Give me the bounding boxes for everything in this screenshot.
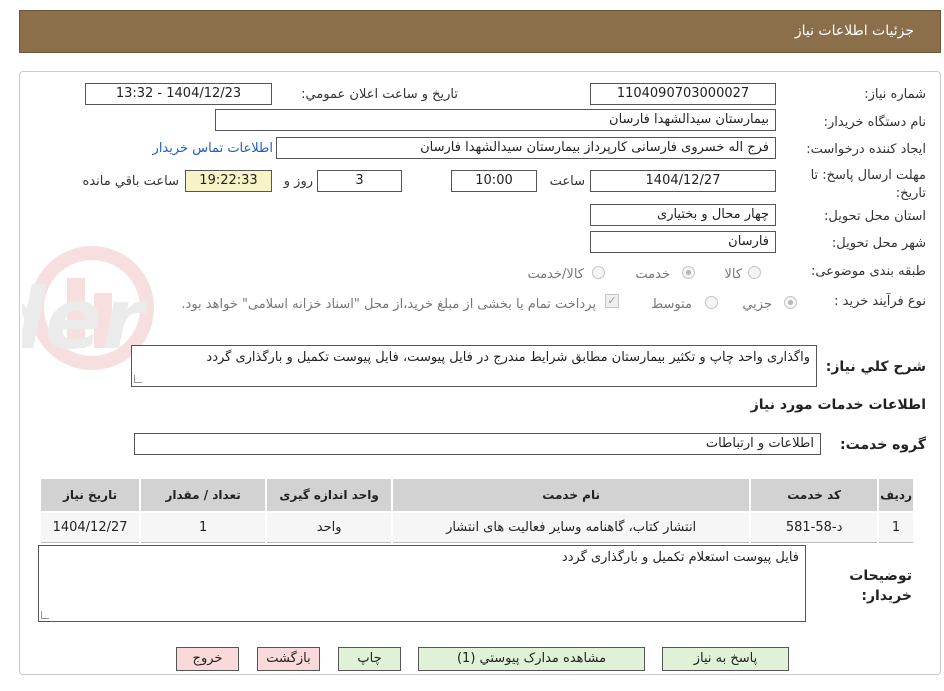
deadline-label: مهلت ارسال پاسخ: تا تاريخ:	[810, 168, 926, 201]
need-number-label: شماره نياز:	[864, 87, 926, 102]
treasury-checkbox[interactable]: ✓	[605, 294, 619, 308]
province-field: چهار محال و بختیاری	[590, 204, 776, 226]
col-service-code: كد خدمت	[749, 477, 880, 513]
province-label: استان محل تحويل:	[824, 209, 926, 224]
buyer-org-field: بیمارستان سیدالشهدا فارسان	[215, 109, 776, 131]
cell-service-name: انتشار کتاب، گاهنامه وسایر فعالیت های ان…	[391, 511, 752, 543]
table-row: 1 د-58-581 انتشار کتاب، گاهنامه وسایر فع…	[38, 511, 915, 543]
payment-note: پرداخت تمام یا بخشی از مبلغ خرید،از محل …	[181, 297, 596, 312]
requester-field: فرج اله خسروی فارسانی کارپرداز بیمارستان…	[276, 137, 776, 159]
buyer-contact-link[interactable]: اطلاعات تماس خريدار	[153, 141, 273, 156]
col-service-name: نام خدمت	[391, 477, 752, 513]
buyer-notes-field: فایل پیوست استعلام تکمیل و بارگذاری گردد	[38, 545, 806, 622]
reply-button[interactable]: پاسخ به نياز	[662, 647, 789, 671]
cell-row-number: 1	[877, 511, 915, 543]
announce-datetime-field: 1404/12/23 - 13:32	[85, 83, 272, 105]
requester-label: ايجاد كننده درخواست:	[806, 142, 926, 157]
cell-quantity: 1	[139, 511, 268, 543]
announce-label: تاريخ و ساعت اعلان عمومي:	[301, 87, 458, 102]
buyer-notes-resize-handle[interactable]	[41, 611, 49, 619]
category-goods-label: كالا	[724, 267, 742, 282]
service-group-label: گروه خدمت:	[840, 437, 926, 453]
category-label: طبقه بندی موضوعی:	[810, 264, 926, 279]
col-unit: واحد اندازه گيری	[265, 477, 394, 513]
col-row-number: رديف	[877, 477, 915, 513]
buyer-org-label: نام دستگاه خريدار:	[823, 115, 926, 130]
cell-unit: واحد	[265, 511, 394, 543]
days-field: 3	[317, 170, 402, 192]
deadline-time-field: 10:00	[451, 170, 537, 192]
col-quantity: تعداد / مقدار	[139, 477, 268, 513]
category-goods-service-label: كالا/خدمت	[527, 267, 584, 282]
process-medium-label: متوسط	[651, 297, 692, 312]
buyer-notes-label: توضيحات خريدار:	[849, 568, 912, 604]
process-minor-label: جزيي	[742, 297, 772, 312]
back-button[interactable]: بازگشت	[257, 647, 320, 671]
category-goods-service-radio[interactable]	[592, 266, 605, 279]
cell-need-date: 1404/12/27	[38, 511, 142, 543]
description-resize-handle[interactable]	[134, 375, 142, 383]
description-label: شرح كلي نياز:	[825, 359, 926, 375]
days-label: روز و	[283, 174, 313, 189]
print-button[interactable]: چاپ	[338, 647, 401, 671]
process-medium-radio[interactable]	[705, 296, 718, 309]
category-service-label: خدمت	[635, 267, 670, 282]
need-number-field: 1104090703000027	[590, 83, 776, 105]
cell-service-code: د-58-581	[749, 511, 880, 543]
process-minor-radio[interactable]	[784, 296, 797, 309]
service-group-field: اطلاعات و ارتباطات	[134, 433, 821, 455]
services-table: رديف كد خدمت نام خدمت واحد اندازه گيری ت…	[38, 477, 915, 543]
category-service-radio[interactable]	[682, 266, 695, 279]
deadline-hour-label: ساعت	[549, 174, 585, 189]
attachments-button[interactable]: مشاهده مدارک پيوستي (1)	[418, 647, 645, 671]
city-field: فارسان	[590, 231, 776, 253]
deadline-date-field: 1404/12/27	[590, 170, 776, 192]
page-header: جزئيات اطلاعات نياز	[19, 10, 941, 53]
remaining-label: ساعت باقي مانده	[82, 174, 179, 189]
description-field: واگذاری واحد چاپ و تکثیر بیمارستان مطابق…	[131, 345, 817, 387]
col-need-date: تاريخ نياز	[38, 477, 142, 513]
category-goods-radio[interactable]	[748, 266, 761, 279]
city-label: شهر محل تحويل:	[831, 236, 926, 251]
page-title: جزئيات اطلاعات نياز	[794, 23, 914, 39]
services-section-title: اطلاعات خدمات مورد نياز	[750, 397, 926, 413]
process-label: نوع فرآيند خريد :	[834, 294, 926, 309]
remaining-time-field: 19:22:33	[185, 170, 272, 192]
exit-button[interactable]: خروج	[176, 647, 239, 671]
